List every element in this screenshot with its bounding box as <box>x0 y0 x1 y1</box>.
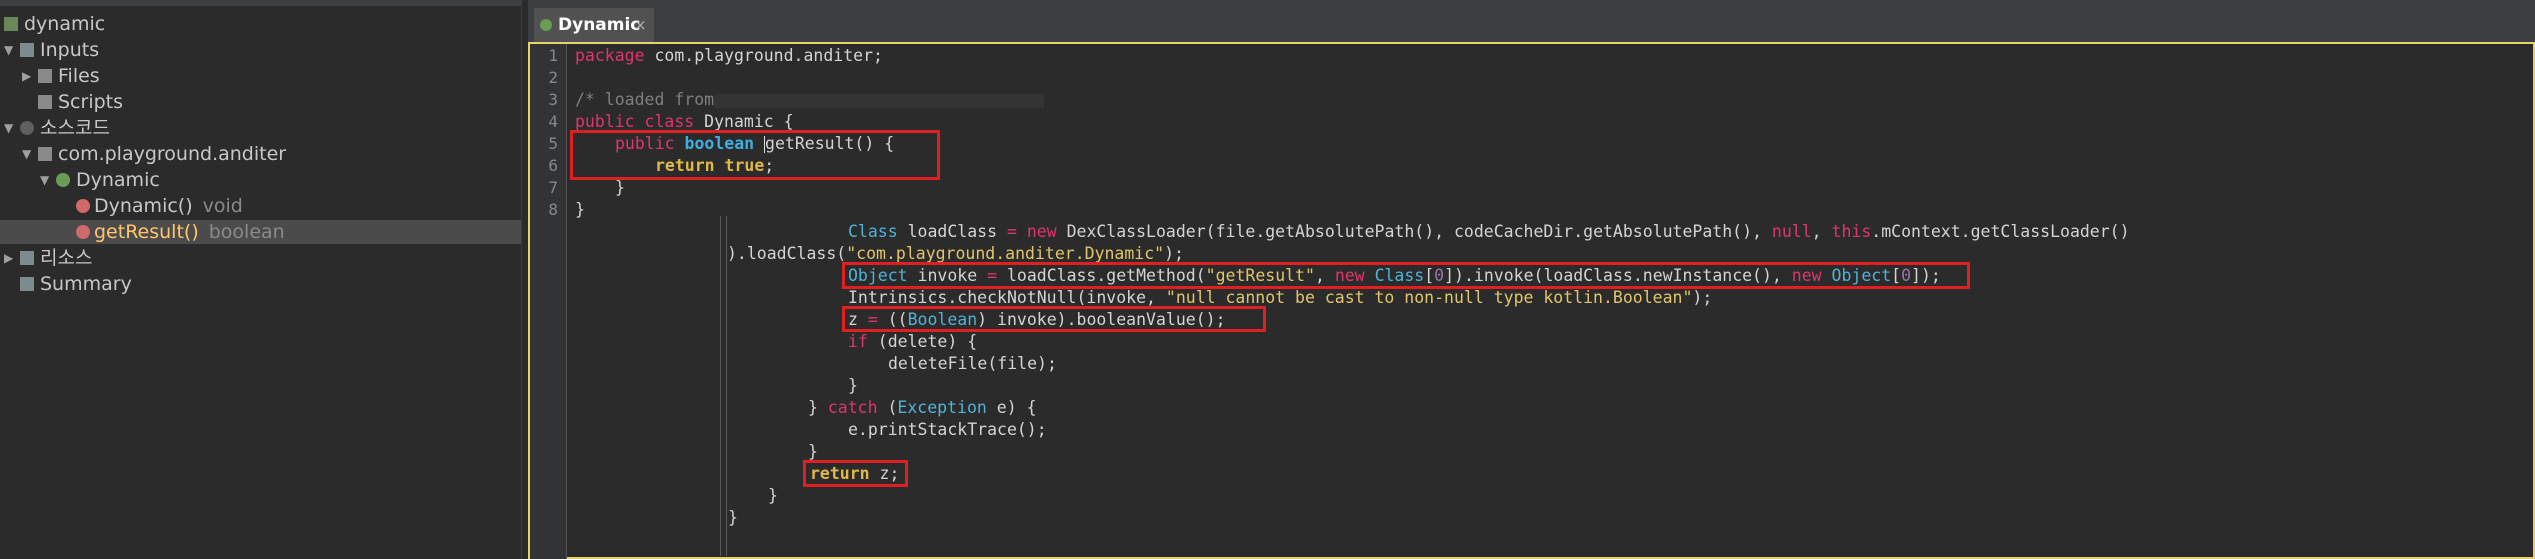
tree-toolbar <box>0 0 521 6</box>
expanded-arrow-icon[interactable]: ▼ <box>4 116 16 140</box>
folder-icon <box>20 43 34 57</box>
tree-item-label: 리소스 <box>40 247 93 269</box>
code-line-1: package com.playground.anditer; <box>575 46 883 65</box>
method-icon <box>76 199 90 213</box>
redacted-block <box>714 93 1045 108</box>
tree-item-files[interactable]: ▶ Files <box>0 64 521 88</box>
expanded-arrow-icon[interactable]: ▼ <box>40 168 52 192</box>
method-icon <box>76 225 90 239</box>
package-icon <box>20 121 34 135</box>
collapsed-arrow-icon[interactable]: ▶ <box>4 246 16 270</box>
line-number: 5 <box>548 134 558 153</box>
tree-item-label: Files <box>58 65 100 87</box>
line-number: 4 <box>548 112 558 131</box>
highlight-box-getresult <box>570 130 940 180</box>
tree-item-label: 소스코드 <box>40 117 110 139</box>
tree-root[interactable]: dynamic <box>0 12 521 36</box>
package-icon <box>38 147 52 161</box>
code-loadclass: Class loadClass = new DexClassLoader(fil… <box>848 222 2130 241</box>
tree-item-package[interactable]: ▼ com.playground.anditer <box>0 142 521 166</box>
expanded-arrow-icon[interactable]: ▼ <box>22 142 34 166</box>
line-number-gutter: 1 2 3 4 5 6 7 8 <box>530 44 567 559</box>
close-icon[interactable]: × <box>634 8 647 42</box>
code-close-brace: } <box>768 486 778 505</box>
project-tree: dynamic ▼ Inputs ▶ Files Scripts ▼ 소스코드 … <box>0 0 522 559</box>
indent-guide <box>726 216 727 556</box>
line-number: 1 <box>548 46 558 65</box>
summary-icon <box>20 277 34 291</box>
code-close-brace: } <box>848 376 858 395</box>
tree-item-resources[interactable]: ▶ 리소스 <box>0 246 521 270</box>
tree-item-label: Scripts <box>58 91 124 113</box>
collapsed-arrow-icon[interactable]: ▶ <box>22 64 34 88</box>
tree-item-source[interactable]: ▼ 소스코드 <box>0 116 521 140</box>
tree-root-label: dynamic <box>24 13 106 35</box>
tree-item-label: com.playground.anditer <box>58 143 287 165</box>
code-close-brace: } <box>728 508 738 527</box>
tree-item-class[interactable]: ▼ Dynamic <box>0 168 521 192</box>
class-icon <box>56 173 70 187</box>
indent-guide <box>720 216 721 556</box>
code-area[interactable]: 1 2 3 4 5 6 7 8 package com.playground.a… <box>528 42 2535 559</box>
tree-item-label: Dynamic <box>76 169 160 191</box>
folder-icon <box>38 69 52 83</box>
code-delete-file: deleteFile(file); <box>888 354 1057 373</box>
code-print-stack: e.printStackTrace(); <box>848 420 1047 439</box>
code-line-8: } <box>575 200 585 219</box>
code-catch: } catch (Exception e) { <box>808 398 1037 417</box>
tab-class-icon <box>540 19 552 31</box>
highlight-box-boolean <box>842 306 1266 332</box>
tree-item-method-ctor[interactable]: Dynamic() void <box>0 194 521 218</box>
method-type: void <box>202 195 243 217</box>
script-icon <box>38 95 52 109</box>
code-line-3: /* loaded from <box>575 89 1045 111</box>
highlight-box-return <box>803 460 908 487</box>
tree-item-label: Summary <box>40 273 132 295</box>
tree-item-inputs[interactable]: ▼ Inputs <box>0 38 521 62</box>
folder-icon <box>20 251 34 265</box>
tab-dynamic[interactable]: Dynamic × <box>534 8 654 45</box>
highlight-box-invoke <box>842 262 1970 289</box>
code-line-7: } <box>615 178 625 197</box>
tree-item-scripts[interactable]: Scripts <box>0 90 521 114</box>
line-number: 8 <box>548 200 558 219</box>
line-number: 7 <box>548 178 558 197</box>
tab-title: Dynamic <box>558 15 641 35</box>
code-if-delete: if (delete) { <box>848 332 978 351</box>
line-number: 3 <box>548 90 558 109</box>
method-type: boolean <box>208 221 285 243</box>
method-name: getResult() <box>94 221 199 243</box>
code-editor: Dynamic × 1 2 3 4 5 6 7 8 package com.pl… <box>528 0 2535 559</box>
tree-grid-icon <box>4 17 18 31</box>
expanded-arrow-icon[interactable]: ▼ <box>4 38 16 62</box>
tree-item-summary[interactable]: Summary <box>0 272 521 296</box>
line-number: 6 <box>548 156 558 175</box>
method-name: Dynamic() <box>94 195 193 217</box>
tree-item-method-selected[interactable]: getResult() boolean <box>0 220 521 244</box>
tree-item-label: Inputs <box>40 39 100 61</box>
line-number: 2 <box>548 68 558 87</box>
